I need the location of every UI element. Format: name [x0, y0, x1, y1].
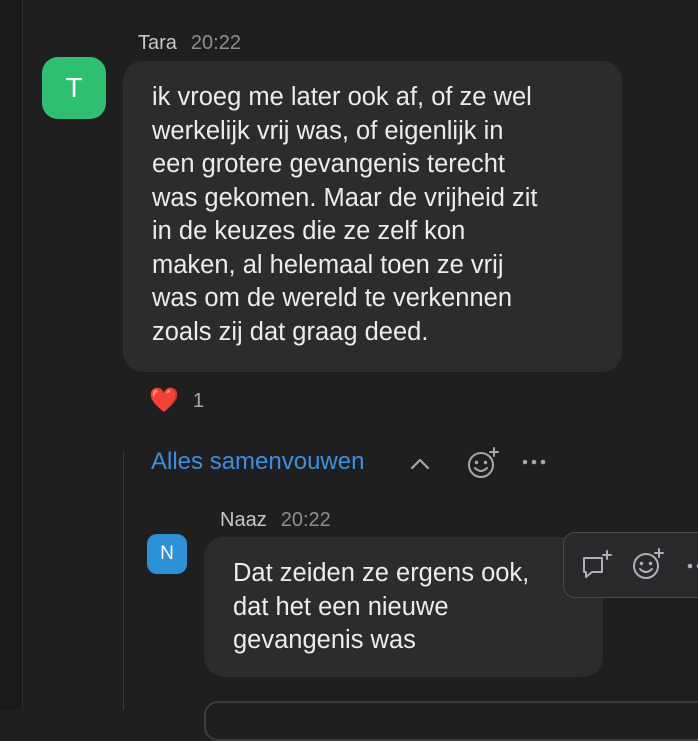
reply-header: Naaz 20:22 [220, 509, 331, 532]
chevron-up-icon[interactable] [406, 452, 434, 476]
reaction-count: 1 [192, 389, 205, 412]
message-text-line: een grotere gevangenis terecht [152, 150, 505, 178]
message-text-line: was om de wereld te verkennen [152, 284, 513, 312]
heart-icon: ❤️ [149, 387, 179, 414]
message-text-line: in de keuzes die ze zelf kon [152, 217, 466, 245]
add-reaction-icon[interactable] [630, 547, 666, 581]
add-reaction-icon[interactable] [465, 446, 501, 480]
message-text-line: dat het een nieuwe [233, 592, 449, 621]
message-time: 20:22 [190, 32, 241, 54]
author-name: Naaz [220, 509, 267, 531]
message-text-line: werkelijk vrij was, of eigenlijk in [152, 116, 504, 145]
avatar-initial: N [160, 543, 174, 564]
message-text-line: maken, al helemaal toen ze vrij [152, 250, 504, 279]
reply-bubble[interactable]: Dat zeiden ze ergens ook, dat het een ni… [204, 537, 603, 677]
avatar-initial: T [65, 72, 83, 103]
message-bubble[interactable]: ik vroeg me later ook af, of ze wel werk… [123, 61, 622, 372]
left-sidebar-edge [0, 0, 23, 710]
reply-composer[interactable] [204, 701, 698, 741]
message-hover-toolbar [563, 532, 698, 598]
more-icon[interactable] [686, 559, 698, 573]
avatar[interactable]: N [147, 534, 187, 574]
message-text-line: was gekomen. Maar de vrijheid zit [152, 183, 538, 212]
reaction-pill[interactable]: ❤️ 1 [149, 389, 204, 413]
message-time: 20:22 [280, 509, 331, 531]
message-text-line: gevangenis was [233, 626, 416, 654]
message-text-line: ik vroeg me later ook af, of ze wel [152, 83, 532, 111]
more-icon[interactable] [521, 452, 547, 472]
message-header: Tara 20:22 [138, 32, 241, 55]
thread-line [123, 452, 124, 710]
reply-icon[interactable] [580, 549, 614, 581]
author-name: Tara [138, 32, 177, 54]
message-text-line: zoals zij dat graag deed. [152, 317, 429, 346]
message-text-line: Dat zeiden ze ergens ook, [233, 559, 530, 587]
collapse-all-link[interactable]: Alles samenvouwen [151, 448, 364, 476]
avatar[interactable]: T [42, 57, 106, 119]
